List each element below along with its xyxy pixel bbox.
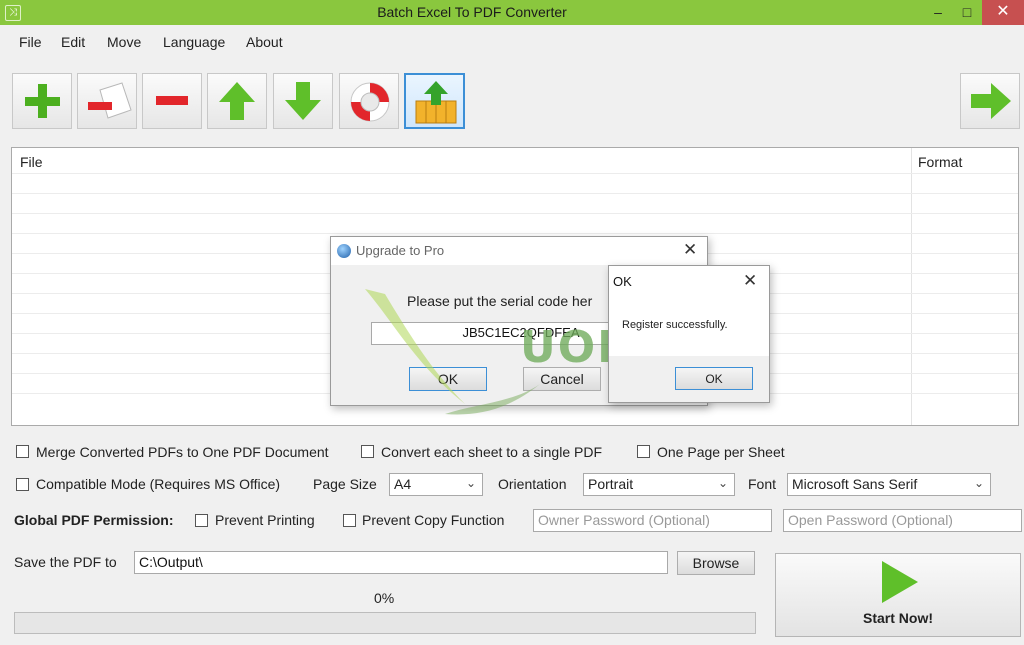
start-now-button[interactable]: Start Now! (775, 553, 1021, 637)
upgrade-dialog-title: Upgrade to Pro (356, 243, 445, 258)
menu-bar: File Edit Move Language About (0, 30, 1024, 55)
font-select[interactable]: Microsoft Sans Serif ⌄ (787, 473, 991, 496)
close-button[interactable]: ✕ (982, 0, 1024, 25)
move-down-button[interactable] (273, 73, 333, 129)
row-divider (12, 233, 1018, 234)
font-label: Font (748, 476, 777, 492)
save-to-label: Save the PDF to (14, 554, 117, 570)
orientation-select[interactable]: Portrait ⌄ (583, 473, 735, 496)
maximize-button[interactable]: □ (953, 0, 981, 25)
merge-label: Merge Converted PDFs to One PDF Document (36, 444, 329, 460)
window-title: Batch Excel To PDF Converter (377, 4, 567, 20)
ok-dialog-title: OK (613, 274, 632, 289)
font-value: Microsoft Sans Serif (792, 476, 918, 492)
remove-file-icon (88, 82, 132, 119)
column-divider (911, 148, 912, 425)
each-sheet-label: Convert each sheet to a single PDF (381, 444, 603, 460)
page-size-select[interactable]: A4 ⌄ (389, 473, 483, 496)
row-divider (12, 213, 1018, 214)
permission-label: Global PDF Permission: (14, 512, 174, 528)
compatible-mode-label: Compatible Mode (Requires MS Office) (36, 476, 281, 492)
title-bar: ⤨ Batch Excel To PDF Converter – □ ✕ (0, 0, 1024, 25)
prevent-printing-label: Prevent Printing (215, 512, 315, 528)
prevent-copy-label: Prevent Copy Function (362, 512, 505, 528)
add-files-icon (25, 84, 60, 118)
add-files-button[interactable] (12, 73, 72, 129)
minimize-button[interactable]: – (924, 0, 952, 25)
ok-dialog-close-button[interactable]: ✕ (743, 271, 757, 291)
upgrade-button[interactable] (404, 73, 465, 129)
next-arrow-icon (971, 83, 1011, 119)
prevent-printing-checkbox[interactable] (195, 514, 208, 527)
upgrade-dialog-titlebar: Upgrade to Pro ✕ (331, 237, 707, 265)
owner-password-field[interactable]: Owner Password (Optional) (533, 509, 772, 532)
chevron-down-icon: ⌄ (717, 476, 728, 490)
remove-all-icon (156, 96, 188, 105)
help-lifebuoy-icon (350, 82, 390, 122)
page-size-value: A4 (394, 476, 412, 492)
play-icon (882, 561, 918, 603)
orientation-value: Portrait (588, 476, 634, 492)
page-size-label: Page Size (313, 476, 377, 492)
globe-icon (337, 244, 351, 258)
menu-file[interactable]: File (19, 34, 42, 50)
register-success-dialog: OK ✕ Register successfully. OK (608, 265, 770, 403)
register-success-message: Register successfully. (622, 319, 728, 331)
progress-bar (14, 612, 756, 634)
ok-dialog-ok-button[interactable]: OK (675, 367, 753, 390)
menu-language[interactable]: Language (163, 34, 225, 50)
move-down-icon (285, 82, 321, 120)
output-path-field[interactable]: C:\Output\ (134, 551, 668, 574)
prevent-copy-checkbox[interactable] (343, 514, 356, 527)
progress-text: 0% (374, 590, 395, 606)
orientation-label: Orientation (498, 476, 567, 492)
upgrade-dialog-close-button[interactable]: ✕ (683, 240, 697, 260)
chevron-down-icon: ⌄ (465, 476, 476, 490)
one-page-checkbox[interactable] (637, 445, 650, 458)
row-divider (12, 193, 1018, 194)
start-now-label: Start Now! (863, 610, 933, 626)
menu-move[interactable]: Move (107, 34, 141, 50)
each-sheet-checkbox[interactable] (361, 445, 374, 458)
compatible-mode-checkbox[interactable] (16, 478, 29, 491)
menu-about[interactable]: About (246, 34, 283, 50)
help-button[interactable] (339, 73, 399, 129)
row-divider (12, 173, 1018, 174)
menu-edit[interactable]: Edit (61, 34, 85, 50)
remove-file-button[interactable] (77, 73, 137, 129)
open-password-field[interactable]: Open Password (Optional) (783, 509, 1022, 532)
move-up-button[interactable] (207, 73, 267, 129)
browse-button[interactable]: Browse (677, 551, 755, 575)
chevron-down-icon: ⌄ (973, 476, 984, 490)
merge-checkbox[interactable] (16, 445, 29, 458)
remove-all-button[interactable] (142, 73, 202, 129)
one-page-label: One Page per Sheet (657, 444, 785, 460)
move-up-icon (219, 82, 255, 120)
column-header-format[interactable]: Format (918, 154, 962, 170)
watermark-leaf (365, 289, 540, 415)
next-button[interactable] (960, 73, 1020, 129)
upgrade-basket-icon (415, 81, 457, 124)
column-header-file[interactable]: File (20, 154, 43, 170)
